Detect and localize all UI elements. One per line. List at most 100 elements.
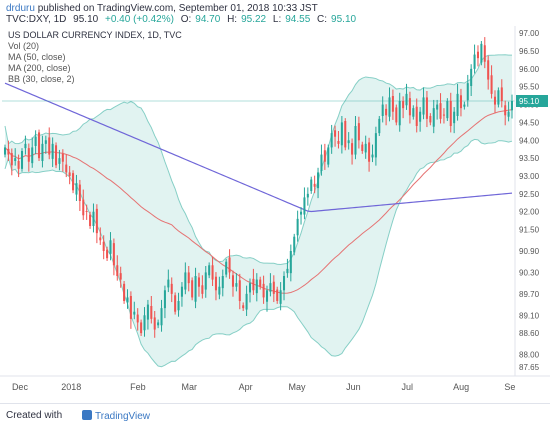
candle-body [235,283,238,287]
candle-body [126,297,129,303]
candle-body [187,272,190,284]
candle-body [123,283,126,301]
candle-body [106,249,109,259]
candle-body [313,183,316,187]
candle-body [364,143,367,153]
candle-body [72,173,75,191]
candle-body [453,111,456,124]
candle-body [422,97,425,115]
candle-body [354,126,357,155]
price-tick-label: 91.50 [519,226,540,235]
candle-body [300,211,303,215]
candle-body [89,214,92,226]
tradingview-link[interactable]: TradingView [82,410,150,422]
candle-body [38,132,41,159]
candle-body [252,278,255,291]
legend-bb[interactable]: BB (30, close, 2) [8,74,182,85]
candle-body [483,45,486,62]
time-tick-label: 2018 [61,382,81,392]
candle-body [265,290,269,302]
price-tick-label: 89.10 [519,311,540,320]
candle-body [248,283,252,293]
candle-body [78,184,81,201]
candle-body [82,199,85,216]
candle-body [153,317,156,330]
candle-body [306,193,309,198]
candle-body [463,104,466,107]
candle-body [330,133,333,148]
candle-body [303,197,306,215]
ohlc-low-value: 94.55 [285,14,311,25]
candle-body [167,279,170,288]
candle-body [194,276,197,302]
candle-body [140,322,143,334]
candle-body [351,143,354,155]
candle-body [334,130,337,137]
candle-body [310,179,313,191]
legend-ma50[interactable]: MA (50, close) [8,52,182,63]
candle-body [112,243,115,266]
candle-body [425,97,428,119]
candle-body [439,103,442,119]
candle-body [282,276,286,291]
candle-body [259,279,262,287]
price-tick-label: 87.65 [519,363,540,372]
candle-body [242,305,245,309]
author-link[interactable]: drduru [6,3,35,14]
candle-body [184,272,187,290]
candle-body [449,101,452,126]
candle-body [146,304,149,320]
candle-body [466,83,469,101]
candle-body [293,236,296,253]
candle-body [269,283,272,292]
candle-body [170,283,173,294]
ohlc-low-key: L: [272,14,282,25]
candle-body [317,172,320,189]
candle-body [85,211,88,212]
ohlc-open-value: 94.70 [195,14,221,25]
candle-body [507,111,510,117]
legend-vol[interactable]: Vol (20) [8,41,182,52]
candle-body [177,301,180,311]
candle-body [180,286,183,297]
candle-body [7,148,10,155]
price-tick-label: 90.90 [519,247,540,256]
time-tick-label: Se [504,382,515,392]
symbol-label: TVC:DXY, 1D [6,14,67,25]
candle-body [385,108,388,116]
candle-body [218,286,221,295]
candle-body [395,107,398,123]
price-tick-label: 92.50 [519,190,540,199]
candle-body [378,118,381,134]
candle-body [327,147,330,165]
candle-body [323,150,326,162]
candle-body [55,145,58,166]
candle-body [500,87,503,101]
candle-body [34,136,37,146]
candle-body [262,283,265,298]
candle-body [442,114,445,116]
candle-body [361,144,364,151]
candle-body [225,261,228,275]
time-tick-label: Feb [130,382,146,392]
candle-body [368,142,371,162]
candle-body [109,240,112,254]
price-tick-label: 92.00 [519,208,540,217]
candle-body [24,143,27,149]
candle-body [65,164,68,173]
candle-body [150,306,153,319]
candle-body [191,280,194,298]
chart-legend: US DOLLAR CURRENCY INDEX, 1D, TVC Vol (2… [8,30,182,85]
candle-body [391,96,394,112]
price-tick-label: 88.00 [519,351,540,360]
candle-body [408,98,411,116]
candle-body [487,60,490,80]
candle-body [405,93,408,106]
candle-body [276,289,279,301]
price-tick-label: 89.70 [519,290,540,299]
tradingview-brand-text: TradingView [95,411,151,422]
last-price-label: 95.10 [519,97,540,106]
candle-body [201,285,204,294]
candle-body [456,93,459,116]
legend-ma200[interactable]: MA (200, close) [8,63,182,74]
